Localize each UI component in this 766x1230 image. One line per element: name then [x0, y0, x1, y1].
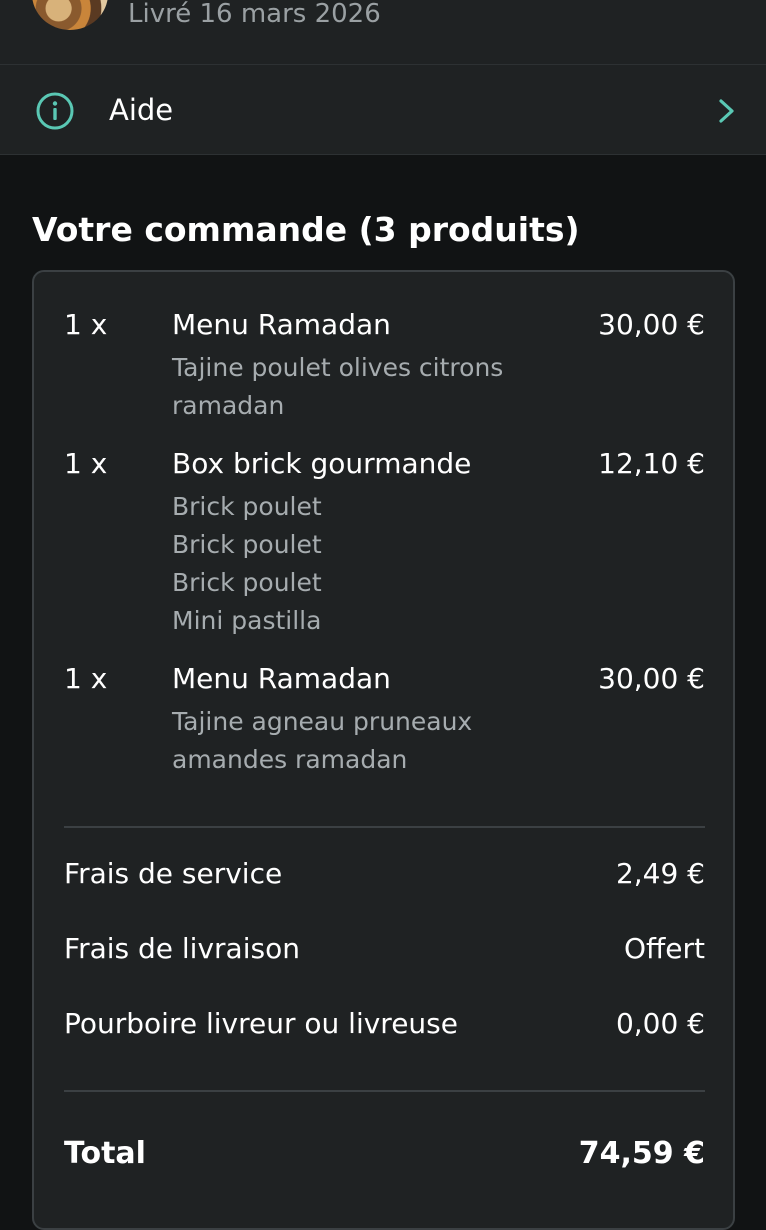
divider: [64, 1090, 705, 1092]
item-quantity: 1 x: [64, 662, 108, 695]
fee-value: Offert: [623, 932, 705, 965]
item-detail-line: Brick poulet: [172, 568, 322, 597]
order-item: 1 x Menu Ramadan 30,00 € Tajine poulet o…: [64, 305, 705, 425]
item-details: Brick poulet Brick poulet Brick poulet M…: [172, 488, 322, 640]
total-value: 74,59 €: [578, 1136, 705, 1171]
item-quantity: 1 x: [64, 308, 108, 341]
delivered-date: Livré 16 mars 2026: [128, 0, 381, 29]
help-label: Aide: [109, 93, 174, 127]
order-header: Livré 16 mars 2026: [0, 0, 766, 64]
item-price: 30,00 €: [598, 662, 705, 695]
fee-value: 2,49 €: [615, 857, 705, 890]
item-detail-line: amandes ramadan: [172, 745, 408, 774]
order-item: 1 x Menu Ramadan 30,00 € Tajine agneau p…: [64, 659, 705, 779]
fee-value: 0,00 €: [615, 1007, 705, 1040]
restaurant-avatar: [32, 0, 108, 30]
item-details: Tajine poulet olives citrons ramadan: [172, 349, 503, 425]
item-price: 12,10 €: [598, 447, 705, 480]
item-details: Tajine agneau pruneaux amandes ramadan: [172, 703, 472, 779]
item-detail-line: Mini pastilla: [172, 606, 322, 635]
item-detail-line: Tajine agneau pruneaux: [172, 707, 473, 736]
fee-row-delivery: Frais de livraison Offert: [64, 927, 705, 971]
order-title: Votre commande (3 produits): [32, 210, 580, 249]
item-name: Menu Ramadan: [172, 662, 391, 695]
order-item: 1 x Box brick gourmande 12,10 € Brick po…: [64, 444, 705, 644]
item-name: Menu Ramadan: [172, 308, 391, 341]
order-summary-card: 1 x Menu Ramadan 30,00 € Tajine poulet o…: [32, 270, 735, 1230]
total-row: Total 74,59 €: [64, 1132, 705, 1176]
fee-label: Frais de livraison: [64, 932, 300, 965]
fee-row-tip: Pourboire livreur ou livreuse 0,00 €: [64, 1002, 705, 1046]
item-price: 30,00 €: [598, 308, 705, 341]
item-detail-line: Brick poulet: [172, 492, 322, 521]
item-name: Box brick gourmande: [172, 447, 472, 480]
chevron-right-icon: [719, 99, 734, 123]
help-row[interactable]: Aide: [0, 64, 766, 155]
fee-label: Pourboire livreur ou livreuse: [64, 1007, 458, 1040]
item-detail-line: Brick poulet: [172, 530, 322, 559]
fee-label: Frais de service: [64, 857, 283, 890]
fee-row-service: Frais de service 2,49 €: [64, 852, 705, 896]
item-detail-line: ramadan: [172, 391, 285, 420]
divider: [64, 826, 705, 828]
item-quantity: 1 x: [64, 447, 108, 480]
info-icon: [36, 92, 74, 130]
item-detail-line: Tajine poulet olives citrons: [172, 353, 504, 382]
total-label: Total: [64, 1136, 146, 1171]
